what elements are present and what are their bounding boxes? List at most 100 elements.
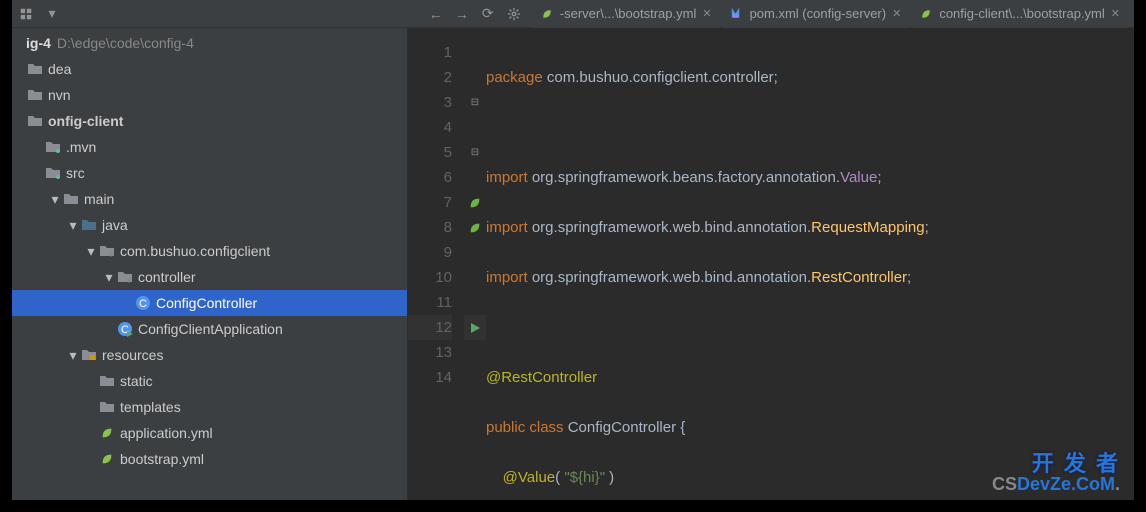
watermark: 开 发 者 CSDevZe.CoM. [992,452,1120,494]
line-number: 12 [408,315,452,340]
project-name: ig-4 [26,35,51,51]
svg-text:C: C [139,298,147,310]
leaf-icon [540,7,554,21]
gutter-mark [464,365,486,390]
tree-item-controller[interactable]: ▾controller [12,264,407,290]
tree-label: src [66,165,85,181]
folder-res-icon [80,346,98,364]
tree-item-resources[interactable]: ▾ resources [12,342,407,368]
tree-label: static [120,373,153,389]
line-number: 3 [408,90,452,115]
tree-item-java[interactable]: ▾java [12,212,407,238]
tab-bootstrap-server[interactable]: -server\...\bootstrap.yml ✕ [532,0,720,28]
tree-label: nvn [48,87,71,103]
project-root[interactable]: ig-4 D:\edge\code\config-4 [12,30,407,56]
gutter-mark [464,190,486,215]
toolbar: ▾ ← → ⟳ -server\...\bootstrap.yml ✕ pom.… [12,0,1134,28]
chevron-down-icon: ▾ [66,217,80,234]
refresh-icon[interactable]: ⟳ [480,6,496,22]
code-line: import org.springframework.web.bind.anno… [486,265,1134,290]
line-number: 4 [408,115,452,140]
tree-label: controller [138,269,196,285]
line-number: 6 [408,165,452,190]
watermark-line2: CSDevZe.CoM. [992,475,1120,494]
tree-item-main[interactable]: ▾main [12,186,407,212]
line-number: 8 [408,215,452,240]
code-line: import org.springframework.beans.factory… [486,165,1134,190]
tab-bootstrap-client[interactable]: config-client\...\bootstrap.yml ✕ [911,0,1128,28]
leaf-icon [919,7,933,21]
tree-item-templates[interactable]: templates [12,394,407,420]
project-tree[interactable]: ig-4 D:\edge\code\config-4 dea nvn onfig-c… [12,28,408,500]
maven-icon [730,7,744,21]
gear-icon[interactable] [506,6,522,22]
folder-icon [26,60,44,78]
folder-src-icon [80,216,98,234]
folder-icon [62,190,80,208]
chevron-down-icon[interactable]: ▾ [44,6,60,22]
code-line: @RestController [486,365,1134,390]
tree-label: ConfigClientApplication [138,321,283,337]
run-icon[interactable] [464,315,486,340]
code-line [486,315,1134,340]
tab-pom[interactable]: pom.xml (config-server) ✕ [722,0,910,28]
close-icon[interactable]: ✕ [702,7,711,20]
line-number: 11 [408,290,452,315]
tab-label: -server\...\bootstrap.yml [560,6,697,21]
gutter-mark [464,265,486,290]
code-line [486,115,1134,140]
gutter-mark [464,165,486,190]
tab-label: pom.xml (config-server) [750,6,887,21]
package-icon [116,268,134,286]
leaf-icon [98,450,116,468]
code-line: package com.bushuo.configclient.controll… [486,65,1134,90]
tree-item-com-bushuo-configclient[interactable]: ▾com.bushuo.configclient [12,238,407,264]
folder-icon [98,398,116,416]
tree-item-nvn[interactable]: nvn [12,82,407,108]
close-icon[interactable]: ✕ [892,7,901,20]
tree-item-application-yml[interactable]: application.yml [12,420,407,446]
package-icon [98,242,116,260]
gutter-mark [464,290,486,315]
line-number: 9 [408,240,452,265]
gutter-mark [464,215,486,240]
tree-item--mvn[interactable]: .mvn [12,134,407,160]
chevron-down-icon: ▾ [66,347,80,364]
gutter-mark [464,40,486,65]
folder-dot-icon [44,164,62,182]
tree-label: dea [48,61,71,77]
line-number: 2 [408,65,452,90]
tree-item-onfig-client[interactable]: onfig-client [12,108,407,134]
tree-label: application.yml [120,425,213,441]
tree-label: ConfigController [156,295,257,311]
ide-window: ▾ ← → ⟳ -server\...\bootstrap.yml ✕ pom.… [12,0,1134,500]
tree-item-dea[interactable]: dea [12,56,407,82]
code-line: public class ConfigController { [486,415,1134,440]
gutter-mark [464,65,486,90]
tree-label: resources [102,347,163,363]
tool-icon[interactable] [18,6,34,22]
ide-body: ig-4 D:\edge\code\config-4 dea nvn onfig-c… [12,28,1134,500]
line-number: 1 [408,40,452,65]
tree-item-bootstrap-yml[interactable]: bootstrap.yml [12,446,407,472]
line-number: 10 [408,265,452,290]
tree-label: bootstrap.yml [120,451,204,467]
tree-item-configclientapplication[interactable]: CConfigClientApplication [12,316,407,342]
tree-item-static[interactable]: static [12,368,407,394]
chevron-down-icon: ▾ [84,243,98,260]
code-editor[interactable]: 1234567891011121314 ⊟⊟ package com.bushu… [408,28,1134,500]
tree-label: templates [120,399,181,415]
back-icon[interactable]: ← [428,6,444,22]
line-number: 7 [408,190,452,215]
forward-icon[interactable]: → [454,6,470,22]
code-area[interactable]: package com.bushuo.configclient.controll… [486,28,1134,500]
tree-item-src[interactable]: src [12,160,407,186]
gutter-mark [464,115,486,140]
folder-icon [26,112,44,130]
close-icon[interactable]: ✕ [1111,7,1120,20]
code-line: import org.springframework.web.bind.anno… [486,215,1134,240]
class-icon: C [134,294,152,312]
tree-item-configcontroller[interactable]: C ConfigController [12,290,407,316]
chevron-down-icon: ▾ [48,191,62,208]
line-number: 13 [408,340,452,365]
